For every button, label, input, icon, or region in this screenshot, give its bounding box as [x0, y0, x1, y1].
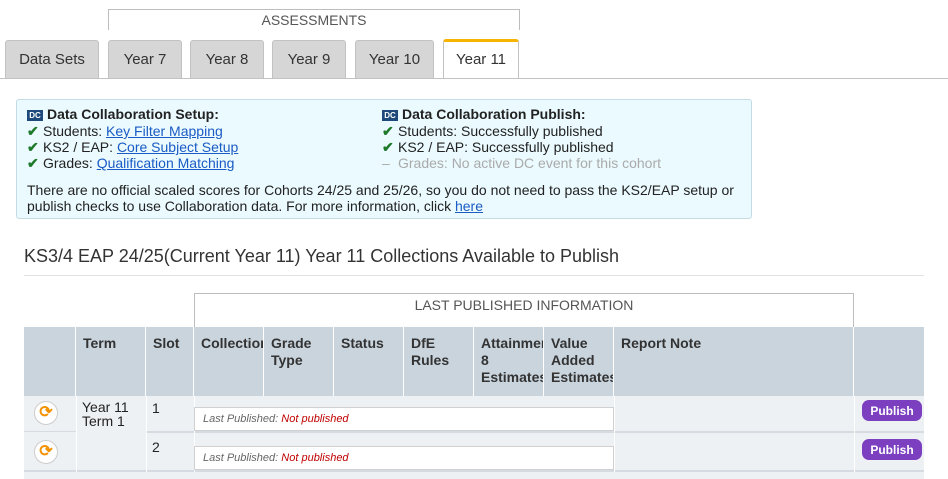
- col-divider: [76, 396, 77, 472]
- section-title: KS3/4 EAP 24/25(Current Year 11) Year 11…: [24, 246, 620, 266]
- header-publish: [854, 327, 924, 396]
- dash-icon: –: [382, 155, 390, 171]
- header-collection-text: Collection: [201, 335, 264, 351]
- last-published-value: Not published: [281, 452, 349, 464]
- refresh-icon[interactable]: ⟳: [34, 440, 58, 464]
- header-report-note: Report Note: [614, 327, 854, 396]
- header-value-added: Value Added Estimates: [544, 327, 614, 396]
- tab-year-11[interactable]: Year 11: [443, 39, 519, 78]
- row-divider: [24, 431, 76, 432]
- header-slot: Slot: [146, 327, 194, 396]
- dc-publish-item-ks2: ✔ KS2 / EAP: Successfully published: [382, 139, 661, 155]
- check-icon: ✔: [27, 155, 39, 171]
- key-filter-mapping-link[interactable]: Key Filter Mapping: [106, 123, 223, 139]
- check-icon: ✔: [27, 139, 39, 155]
- slot-cell: 1: [152, 400, 160, 416]
- year-tabs: Data Sets Year 7 Year 8 Year 9 Year 10 Y…: [0, 39, 948, 78]
- refresh-icon[interactable]: ⟳: [34, 401, 58, 425]
- header-dfe-rules: DfE Rules: [404, 327, 474, 396]
- dc-setup-label: Grades:: [43, 155, 93, 171]
- row-divider: [146, 431, 924, 433]
- publish-button[interactable]: Publish: [862, 400, 922, 421]
- term-line: Term 1: [82, 413, 125, 429]
- dc-note-text: There are no official scaled scores for …: [27, 182, 734, 214]
- last-published-group-label: LAST PUBLISHED INFORMATION: [194, 293, 854, 327]
- check-icon: ✔: [27, 123, 39, 139]
- row-divider: [24, 470, 924, 472]
- term-cell: Year 11 Term 1: [82, 400, 144, 428]
- header-grade-type: Grade Type: [264, 327, 334, 396]
- header-action: [24, 327, 76, 396]
- check-icon: ✔: [382, 139, 394, 155]
- slot-cell: 2: [152, 439, 160, 455]
- last-published-info: Last Published: Not published: [194, 407, 614, 431]
- tab-year-7[interactable]: Year 7: [108, 40, 182, 78]
- qualification-matching-link[interactable]: Qualification Matching: [97, 155, 235, 171]
- dc-publish-item-grades: – Grades: No active DC event for this coh…: [382, 155, 661, 171]
- publish-button[interactable]: Publish: [862, 439, 922, 460]
- col-divider: [614, 396, 615, 472]
- dc-setup-title: DC Data Collaboration Setup:: [27, 105, 238, 123]
- tab-year-8[interactable]: Year 8: [190, 40, 264, 78]
- header-term: Term: [76, 327, 146, 396]
- header-attainment-8: Attainment 8 Estimates: [474, 327, 544, 396]
- dc-publish-status: Students: Successfully published: [398, 123, 603, 139]
- assessments-group-label: ASSESSMENTS: [108, 9, 520, 30]
- dc-publish-status: Grades: No active DC event for this coho…: [398, 155, 661, 171]
- check-icon: ✔: [382, 123, 394, 139]
- dc-publish-title: DC Data Collaboration Publish:: [382, 105, 661, 123]
- core-subject-setup-link[interactable]: Core Subject Setup: [117, 139, 238, 155]
- tab-baseline: [0, 78, 948, 79]
- tab-data-sets[interactable]: Data Sets: [5, 40, 99, 78]
- collections-table: Term Slot Collection Grade Type Status D…: [24, 327, 924, 479]
- last-published-info: Last Published: Not published: [194, 446, 614, 470]
- dc-setup-label: Students:: [43, 123, 103, 139]
- section-divider: [24, 275, 924, 276]
- dc-setup-label: KS2 / EAP:: [43, 139, 114, 155]
- dc-setup-item-grades: ✔ Grades: Qualification Matching: [27, 155, 238, 171]
- col-divider: [146, 396, 147, 472]
- dc-publish-item-students: ✔ Students: Successfully published: [382, 123, 661, 139]
- dc-note: There are no official scaled scores for …: [27, 182, 737, 214]
- dc-setup-item-ks2: ✔ KS2 / EAP: Core Subject Setup: [27, 139, 238, 155]
- dc-badge-icon: DC: [382, 110, 398, 121]
- dc-publish-title-text: Data Collaboration Publish:: [402, 106, 586, 122]
- term-line: Year 11: [82, 399, 129, 415]
- last-published-label: Last Published:: [203, 413, 279, 425]
- col-divider: [854, 396, 855, 472]
- header-collection: Collection: [194, 327, 264, 396]
- tab-year-10[interactable]: Year 10: [355, 40, 434, 78]
- tab-year-9[interactable]: Year 9: [272, 40, 346, 78]
- last-published-label: Last Published:: [203, 452, 279, 464]
- more-info-link[interactable]: here: [455, 198, 483, 214]
- dc-setup-item-students: ✔ Students: Key Filter Mapping: [27, 123, 238, 139]
- dc-publish-status: KS2 / EAP: Successfully published: [398, 139, 614, 155]
- dc-publish-column: DC Data Collaboration Publish: ✔ Students:…: [382, 105, 661, 171]
- last-published-value: Not published: [281, 413, 349, 425]
- dc-setup-column: DC Data Collaboration Setup: ✔ Students: K…: [27, 105, 238, 171]
- header-status: Status: [334, 327, 404, 396]
- data-collaboration-panel: DC Data Collaboration Setup: ✔ Students: K…: [16, 99, 752, 219]
- dc-setup-title-text: Data Collaboration Setup:: [47, 106, 219, 122]
- dc-badge-icon: DC: [27, 110, 43, 121]
